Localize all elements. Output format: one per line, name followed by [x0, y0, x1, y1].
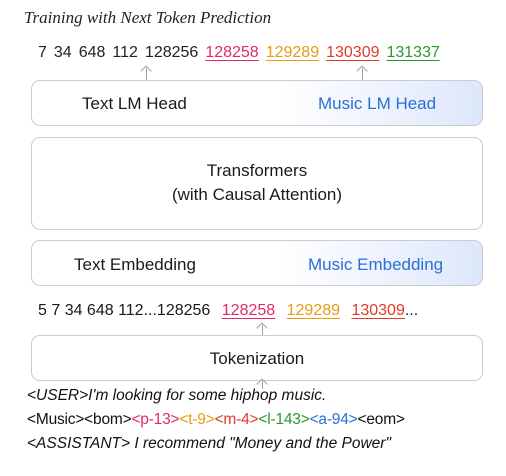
lm-head-box: Text LM Head Music LM Head: [31, 80, 483, 126]
output-token: 34: [53, 44, 72, 61]
input-plain-tokens: 5 7 34 648 112...128256: [38, 302, 211, 319]
arrow-up-icon: [362, 68, 363, 80]
prompt-line-user: <USER>I'm looking for some hiphop music.: [27, 387, 326, 405]
output-token: 648: [78, 44, 106, 61]
music-embedding-label: Music Embedding: [308, 255, 444, 274]
output-token: 7: [38, 44, 47, 61]
music-token-a: <a-94>: [309, 411, 358, 428]
transformer-title: Transformers: [206, 161, 308, 180]
user-text: I'm looking for some hiphop music.: [88, 387, 327, 404]
input-token-sequence: 5 7 34 648 112...128256 128258 129289 13…: [38, 302, 425, 320]
output-token: 128256: [144, 44, 199, 61]
output-token: 112: [112, 44, 138, 61]
arrow-up-icon: [262, 325, 263, 335]
assistant-text: I recommend "Money and the Power": [130, 435, 391, 452]
input-token-music-2: 129289: [286, 302, 340, 319]
arrow-up-icon: [146, 68, 147, 80]
assistant-tag: <ASSISTANT>: [27, 435, 131, 452]
music-token-l: <l-143>: [258, 411, 310, 428]
prompt-line-music: <Music><bom><p-13><t-9><m-4><l-143><a-94…: [27, 411, 405, 429]
tokenization-box: Tokenization: [31, 335, 483, 381]
text-lm-head-label: Text LM Head: [82, 94, 187, 113]
output-token: 130309: [326, 44, 380, 61]
user-tag: <USER>: [27, 387, 89, 404]
input-token-music-1: 128258: [221, 302, 276, 319]
music-close-tag: <eom>: [357, 411, 405, 428]
transformer-box: Transformers (with Causal Attention): [31, 137, 483, 230]
input-token-music-3: 130309: [351, 302, 405, 319]
music-token-p: <p-13>: [131, 411, 180, 428]
output-token: 129289: [265, 44, 320, 61]
music-open-tags: <Music><bom>: [27, 411, 132, 428]
prompt-line-assistant: <ASSISTANT> I recommend "Money and the P…: [27, 435, 391, 453]
output-token: 131337: [386, 44, 440, 61]
music-token-t: <t-9>: [179, 411, 215, 428]
text-embedding-label: Text Embedding: [74, 255, 196, 274]
diagram-title: Training with Next Token Prediction: [24, 8, 272, 27]
input-ellipsis: ...: [404, 302, 419, 319]
output-token: 128258: [205, 44, 259, 61]
embedding-box: Text Embedding Music Embedding: [31, 240, 483, 286]
output-token-sequence: 7 34 648 112 128256 128258 129289 130309 131337: [38, 44, 447, 62]
music-token-m: <m-4>: [214, 411, 259, 428]
tokenization-label: Tokenization: [209, 349, 305, 368]
music-lm-head-label: Music LM Head: [318, 94, 437, 113]
transformer-subtitle: (with Causal Attention): [171, 185, 343, 204]
